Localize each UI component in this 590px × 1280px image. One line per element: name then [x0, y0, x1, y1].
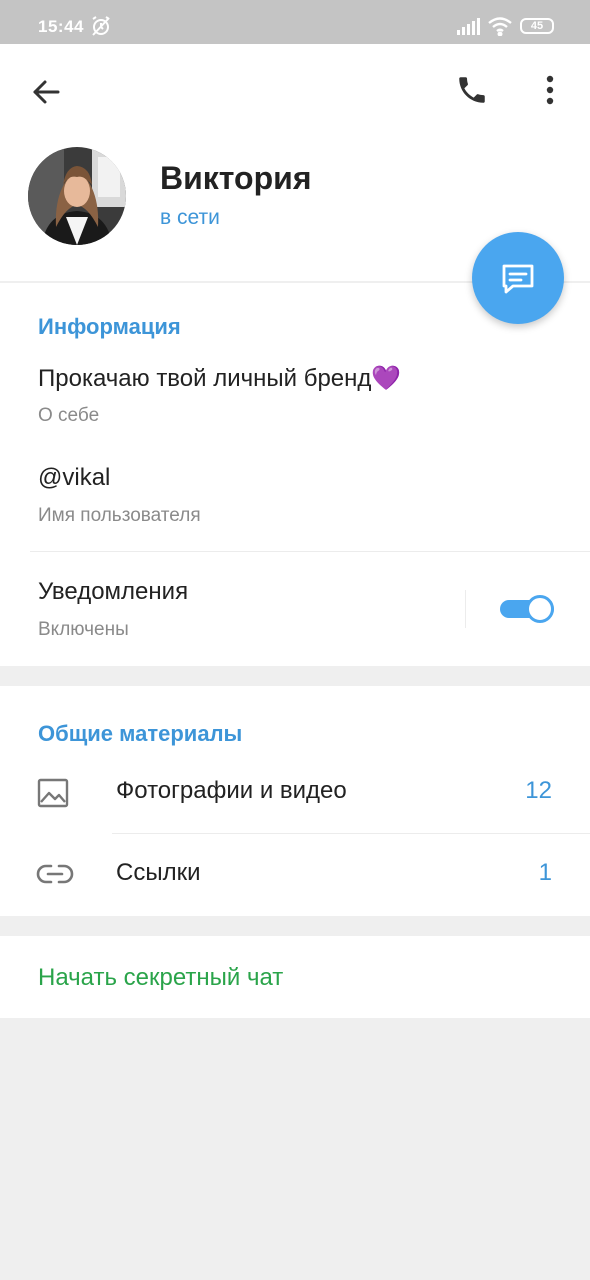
bio-label: О себе — [38, 405, 100, 426]
more-button[interactable] — [530, 70, 570, 110]
shared-media-title: Общие материалы — [38, 721, 243, 746]
media-count-photos: 12 — [525, 777, 552, 804]
bio-text[interactable]: Прокачаю твой личный бренд💜 — [38, 364, 401, 393]
arrow-left-icon — [33, 80, 60, 104]
start-secret-chat-button[interactable]: Начать секретный чат — [38, 964, 283, 992]
media-label-photos: Фотографии и видео — [116, 777, 347, 804]
divider — [112, 833, 590, 834]
link-icon — [36, 859, 74, 894]
wifi-icon — [487, 16, 513, 41]
status-time: 15:44 — [38, 17, 84, 36]
toggle-thumb — [526, 595, 554, 623]
media-label-links: Ссылки — [116, 859, 201, 886]
message-icon — [502, 264, 534, 294]
shared-media-section: Общие материалы Фотографии и видео 12 Сс… — [0, 686, 590, 916]
image-icon — [36, 777, 70, 814]
media-row-photos[interactable]: Фотографии и видео 12 — [0, 753, 590, 833]
username-text[interactable]: @vikal — [38, 464, 110, 492]
info-section: Информация Прокачаю твой личный бренд💜 О… — [0, 283, 590, 666]
send-message-button[interactable] — [472, 232, 564, 324]
profile-name: Виктория — [160, 160, 312, 196]
notifications-title[interactable]: Уведомления — [38, 578, 188, 606]
notifications-state: Включены — [38, 619, 129, 640]
signal-icon — [457, 17, 481, 40]
more-vertical-icon — [546, 75, 554, 105]
divider — [30, 551, 590, 552]
vertical-divider — [465, 590, 466, 628]
alarm-off-icon — [90, 15, 112, 42]
notifications-toggle[interactable] — [500, 594, 556, 624]
call-button[interactable] — [452, 70, 492, 110]
avatar[interactable] — [28, 147, 126, 245]
online-status: в сети — [160, 206, 220, 229]
media-count-links: 1 — [538, 859, 552, 886]
battery-indicator: 45 — [520, 18, 554, 34]
secret-chat-section: Начать секретный чат — [0, 936, 590, 1018]
status-bar: 15:44 45 — [0, 0, 590, 44]
username-label: Имя пользователя — [38, 505, 201, 526]
info-section-title: Информация — [38, 314, 181, 339]
phone-icon — [459, 77, 485, 103]
back-button[interactable] — [26, 72, 66, 112]
media-row-links[interactable]: Ссылки 1 — [0, 835, 590, 915]
